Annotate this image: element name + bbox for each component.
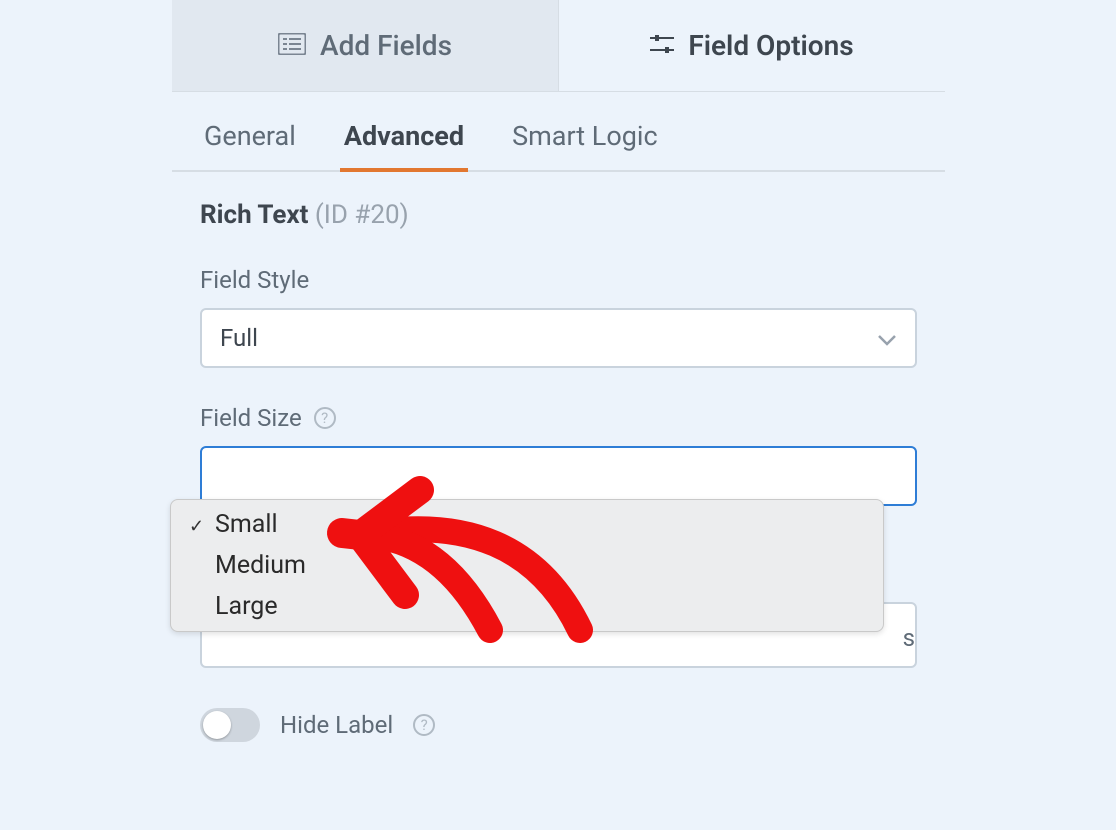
tab-add-fields[interactable]: Add Fields <box>172 0 559 91</box>
content-area: Rich Text (ID #20) Field Style Full Fiel… <box>172 172 945 742</box>
hide-label-row: Hide Label ? <box>200 708 917 742</box>
tab-advanced[interactable]: Advanced <box>340 106 468 170</box>
check-icon: ✓ <box>189 516 204 537</box>
chevron-down-icon <box>877 324 897 352</box>
help-icon[interactable]: ? <box>314 407 336 429</box>
field-style-label: Field Style <box>200 266 917 294</box>
field-size-select[interactable] <box>200 446 917 506</box>
field-style-value: Full <box>220 324 258 352</box>
field-options-panel: Add Fields Field Options General Advance… <box>172 0 945 830</box>
active-tab-underline <box>340 168 468 172</box>
hide-label-text: Hide Label <box>280 711 393 739</box>
tab-label: Field Options <box>688 29 853 62</box>
help-icon[interactable]: ? <box>413 714 435 736</box>
option-small[interactable]: ✓ Small <box>171 504 883 545</box>
tab-smart-logic[interactable]: Smart Logic <box>508 106 662 170</box>
list-icon <box>278 29 306 62</box>
tab-label: Add Fields <box>320 29 452 62</box>
field-size-label: Field Size ? <box>200 404 917 432</box>
secondary-tabs: General Advanced Smart Logic <box>172 106 945 172</box>
toggle-knob <box>203 711 231 739</box>
tab-field-options[interactable]: Field Options <box>559 0 945 91</box>
field-style-select[interactable]: Full <box>200 308 917 368</box>
tab-general[interactable]: General <box>200 106 300 170</box>
option-medium[interactable]: Medium <box>171 545 883 586</box>
hide-label-toggle[interactable] <box>200 708 260 742</box>
field-heading: Rich Text (ID #20) <box>200 200 917 230</box>
sliders-icon <box>650 29 674 62</box>
field-size-dropdown: ✓ Small Medium Large <box>170 499 884 632</box>
field-id: (ID #20) <box>315 200 409 230</box>
partial-text: s <box>903 624 915 652</box>
field-type-name: Rich Text <box>200 200 308 230</box>
primary-tabs: Add Fields Field Options <box>172 0 945 92</box>
option-large[interactable]: Large <box>171 586 883 627</box>
